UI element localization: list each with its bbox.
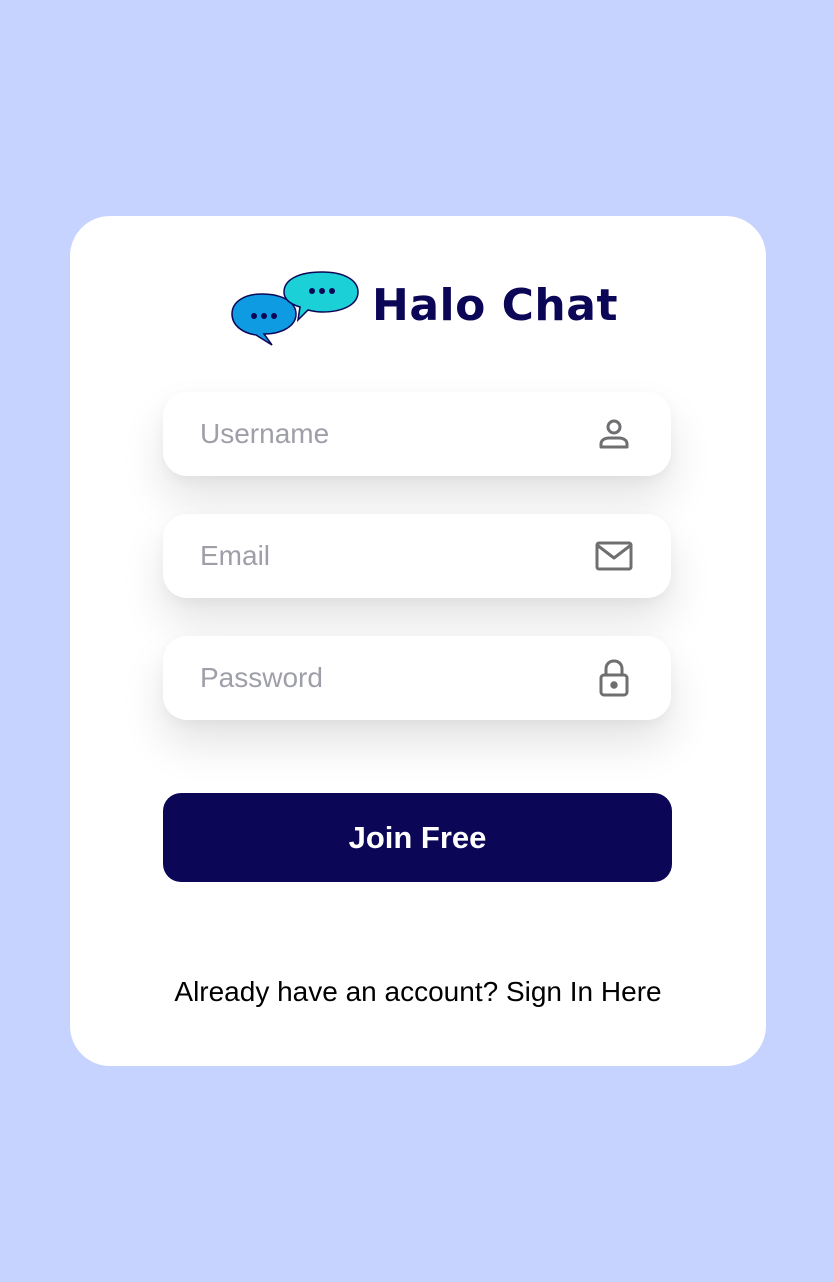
user-icon [595, 415, 633, 453]
signin-prompt-text: Already have an account? [174, 976, 506, 1007]
chat-bubbles-icon [231, 271, 359, 346]
join-free-button[interactable]: Join Free [163, 793, 672, 882]
signin-prompt: Already have an account? Sign In Here [70, 976, 766, 1008]
brand-name: Halo Chat [372, 280, 618, 331]
signin-link[interactable]: Sign In Here [506, 976, 662, 1007]
lock-icon [595, 659, 633, 697]
username-field [163, 392, 671, 476]
password-field [163, 636, 671, 720]
brand-logo: Halo Chat [230, 266, 618, 350]
signup-card: Halo Chat Join Free [70, 216, 766, 1066]
envelope-icon [595, 537, 633, 575]
email-field [163, 514, 671, 598]
